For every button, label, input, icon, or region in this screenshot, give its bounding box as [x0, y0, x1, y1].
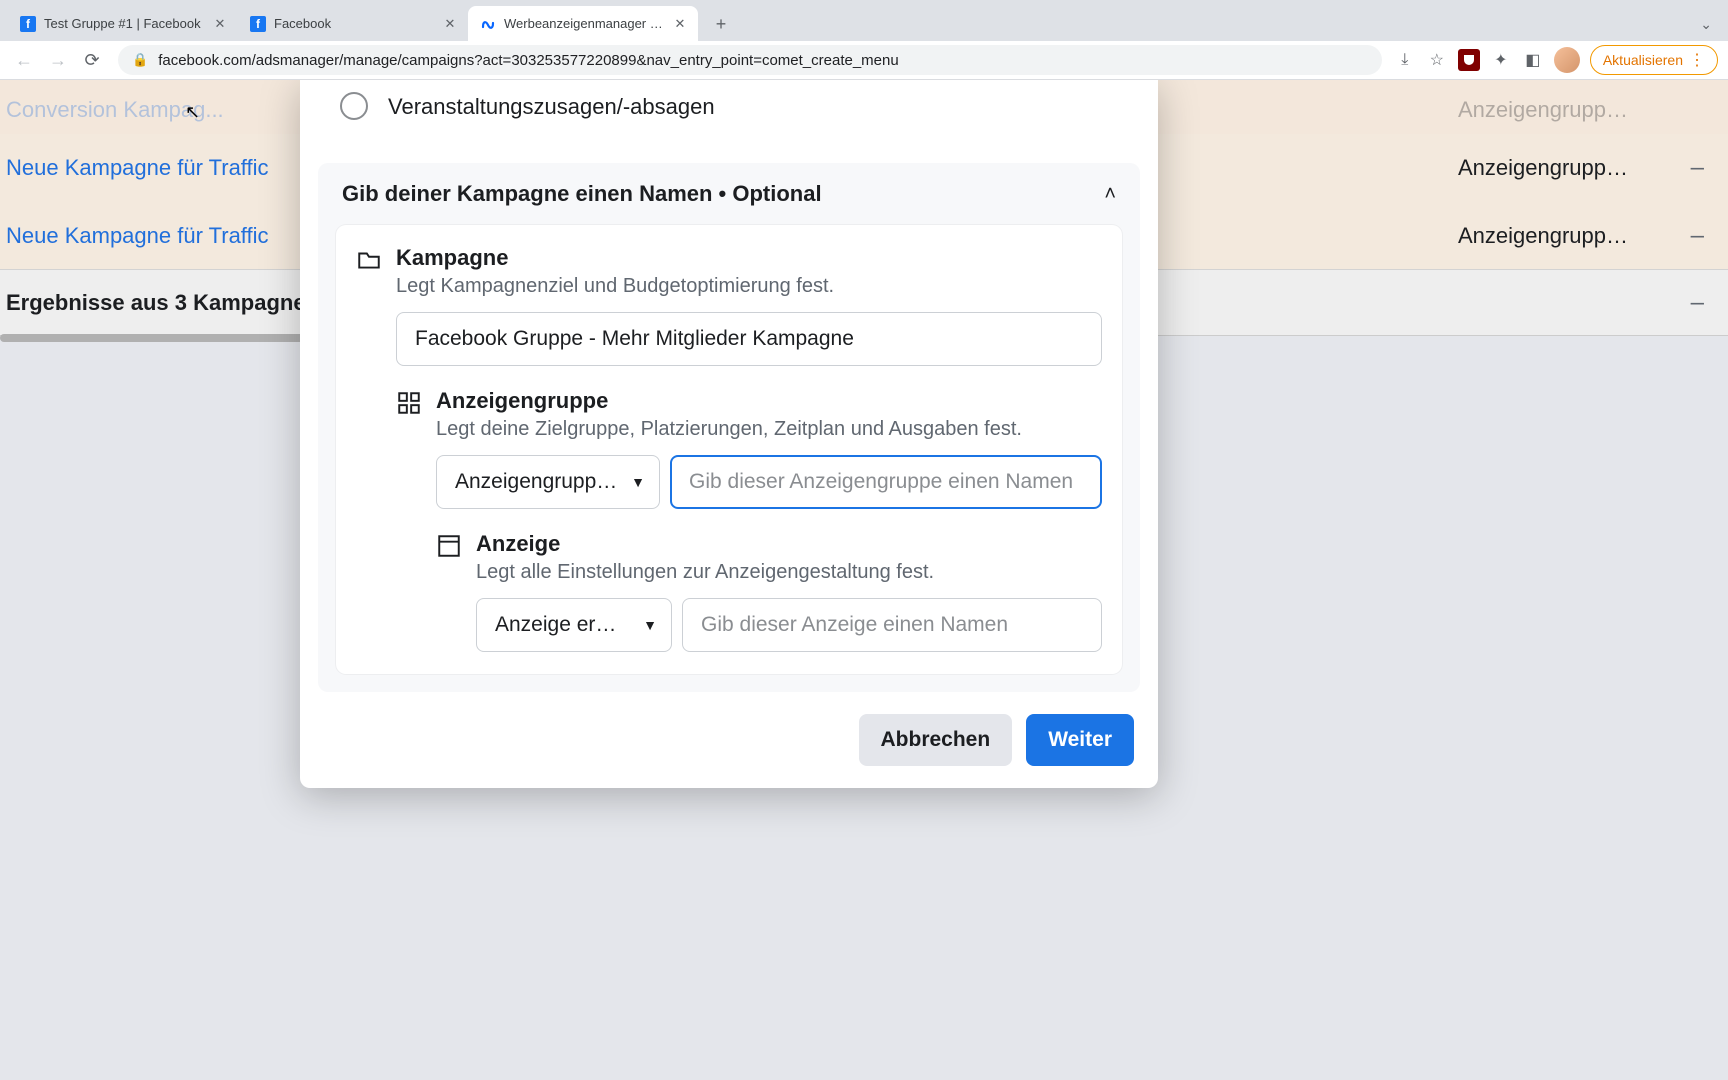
facebook-favicon-icon: f	[250, 16, 266, 32]
adset-cell: Anzeigengrupp…	[1458, 155, 1648, 181]
browser-toolbar: ← → ⟳ 🔒 facebook.com/adsmanager/manage/c…	[0, 41, 1728, 80]
tab-title: Test Gruppe #1 | Facebook	[44, 16, 204, 31]
tab-overflow-icon[interactable]: ⌄	[1700, 16, 1728, 33]
campaign-link[interactable]: Neue Kampagne für Traffic	[0, 155, 269, 181]
create-campaign-modal: Veranstaltungszusagen/-absagen Gib deine…	[300, 80, 1158, 788]
campaign-level: Kampagne Legt Kampagnenziel und Budgetop…	[356, 245, 1102, 366]
adset-cell: Anzeigengrupp…	[1458, 97, 1648, 123]
campaign-link[interactable]: Conversion Kampag...	[0, 97, 224, 123]
adset-select[interactable]: Anzeigengrupp… ▼	[436, 455, 660, 509]
adset-cell: Anzeigengrupp…	[1458, 223, 1648, 249]
url-text: facebook.com/adsmanager/manage/campaigns…	[158, 52, 899, 69]
adblock-extension-icon[interactable]	[1458, 49, 1480, 71]
chevron-up-icon[interactable]: ˄	[1104, 183, 1116, 206]
grid-icon	[396, 390, 422, 416]
menu-dots-icon: ⋮	[1689, 50, 1705, 70]
profile-avatar[interactable]	[1554, 47, 1580, 73]
address-bar[interactable]: 🔒 facebook.com/adsmanager/manage/campaig…	[118, 45, 1382, 75]
tab-close-icon[interactable]: ✕	[672, 16, 688, 32]
facebook-favicon-icon: f	[20, 16, 36, 32]
caret-down-icon: ▼	[643, 617, 657, 633]
extensions-puzzle-icon[interactable]: ✦	[1490, 49, 1512, 71]
adset-name-input[interactable]	[670, 455, 1102, 509]
reload-button[interactable]: ⟳	[78, 46, 106, 74]
select-value: Anzeige er…	[495, 613, 616, 637]
browser-tab[interactable]: f Facebook ✕	[238, 6, 468, 41]
caret-down-icon: ▼	[631, 474, 645, 490]
ad-desc: Legt alle Einstellungen zur Anzeigengest…	[476, 561, 1102, 584]
results-summary: Ergebnisse aus 3 Kampagnen i	[0, 290, 351, 316]
campaign-desc: Legt Kampagnenziel und Budgetoptimierung…	[396, 275, 1102, 298]
ad-title: Anzeige	[476, 531, 1102, 557]
lock-icon: 🔒	[132, 52, 148, 68]
dash-cell: –	[1691, 222, 1704, 250]
side-panel-icon[interactable]: ◧	[1522, 49, 1544, 71]
name-campaign-section: Gib deiner Kampagne einen Namen • Option…	[318, 163, 1140, 692]
ad-select[interactable]: Anzeige er… ▼	[476, 598, 672, 652]
meta-favicon-icon	[480, 16, 496, 32]
campaign-link[interactable]: Neue Kampagne für Traffic	[0, 223, 269, 249]
continue-button[interactable]: Weiter	[1026, 714, 1134, 766]
radio-label: Veranstaltungszusagen/-absagen	[388, 90, 715, 123]
ad-level: Anzeige Legt alle Einstellungen zur Anze…	[396, 531, 1102, 652]
dash-cell: –	[1691, 289, 1704, 317]
ad-name-input[interactable]	[682, 598, 1102, 652]
adset-title: Anzeigengruppe	[436, 388, 1102, 414]
folder-icon	[356, 247, 382, 273]
tab-title: Facebook	[274, 16, 434, 31]
install-icon[interactable]: ⤓	[1394, 49, 1416, 71]
new-tab-button[interactable]: +	[706, 9, 736, 39]
tab-title: Werbeanzeigenmanager - Wer	[504, 16, 664, 31]
forward-button[interactable]: →	[44, 46, 72, 74]
tab-close-icon[interactable]: ✕	[212, 16, 228, 32]
ad-icon	[436, 533, 462, 559]
modal-footer: Abbrechen Weiter	[300, 692, 1158, 766]
dash-cell: –	[1691, 154, 1704, 182]
page-content: Conversion Kampag... Anzeigengrupp… Neue…	[0, 80, 1728, 1080]
browser-update-button[interactable]: Aktualisieren ⋮	[1590, 45, 1718, 75]
bookmark-star-icon[interactable]: ☆	[1426, 49, 1448, 71]
update-button-label: Aktualisieren	[1603, 52, 1683, 68]
select-value: Anzeigengrupp…	[455, 470, 617, 494]
back-button[interactable]: ←	[10, 46, 38, 74]
cancel-button[interactable]: Abbrechen	[859, 714, 1013, 766]
tab-close-icon[interactable]: ✕	[442, 16, 458, 32]
campaign-title: Kampagne	[396, 245, 1102, 271]
campaign-name-input[interactable]	[396, 312, 1102, 366]
adset-desc: Legt deine Zielgruppe, Platzierungen, Ze…	[436, 418, 1102, 441]
browser-tab-strip: f Test Gruppe #1 | Facebook ✕ f Facebook…	[0, 0, 1728, 41]
objective-radio-row[interactable]: Veranstaltungszusagen/-absagen	[340, 90, 1118, 123]
adset-level: Anzeigengruppe Legt deine Zielgruppe, Pl…	[356, 388, 1102, 509]
browser-tab[interactable]: f Test Gruppe #1 | Facebook ✕	[8, 6, 238, 41]
section-header[interactable]: Gib deiner Kampagne einen Namen • Option…	[318, 163, 1140, 225]
radio-unchecked-icon[interactable]	[340, 92, 368, 120]
browser-tab-active[interactable]: Werbeanzeigenmanager - Wer ✕	[468, 6, 698, 41]
section-title: Gib deiner Kampagne einen Namen • Option…	[342, 181, 822, 207]
